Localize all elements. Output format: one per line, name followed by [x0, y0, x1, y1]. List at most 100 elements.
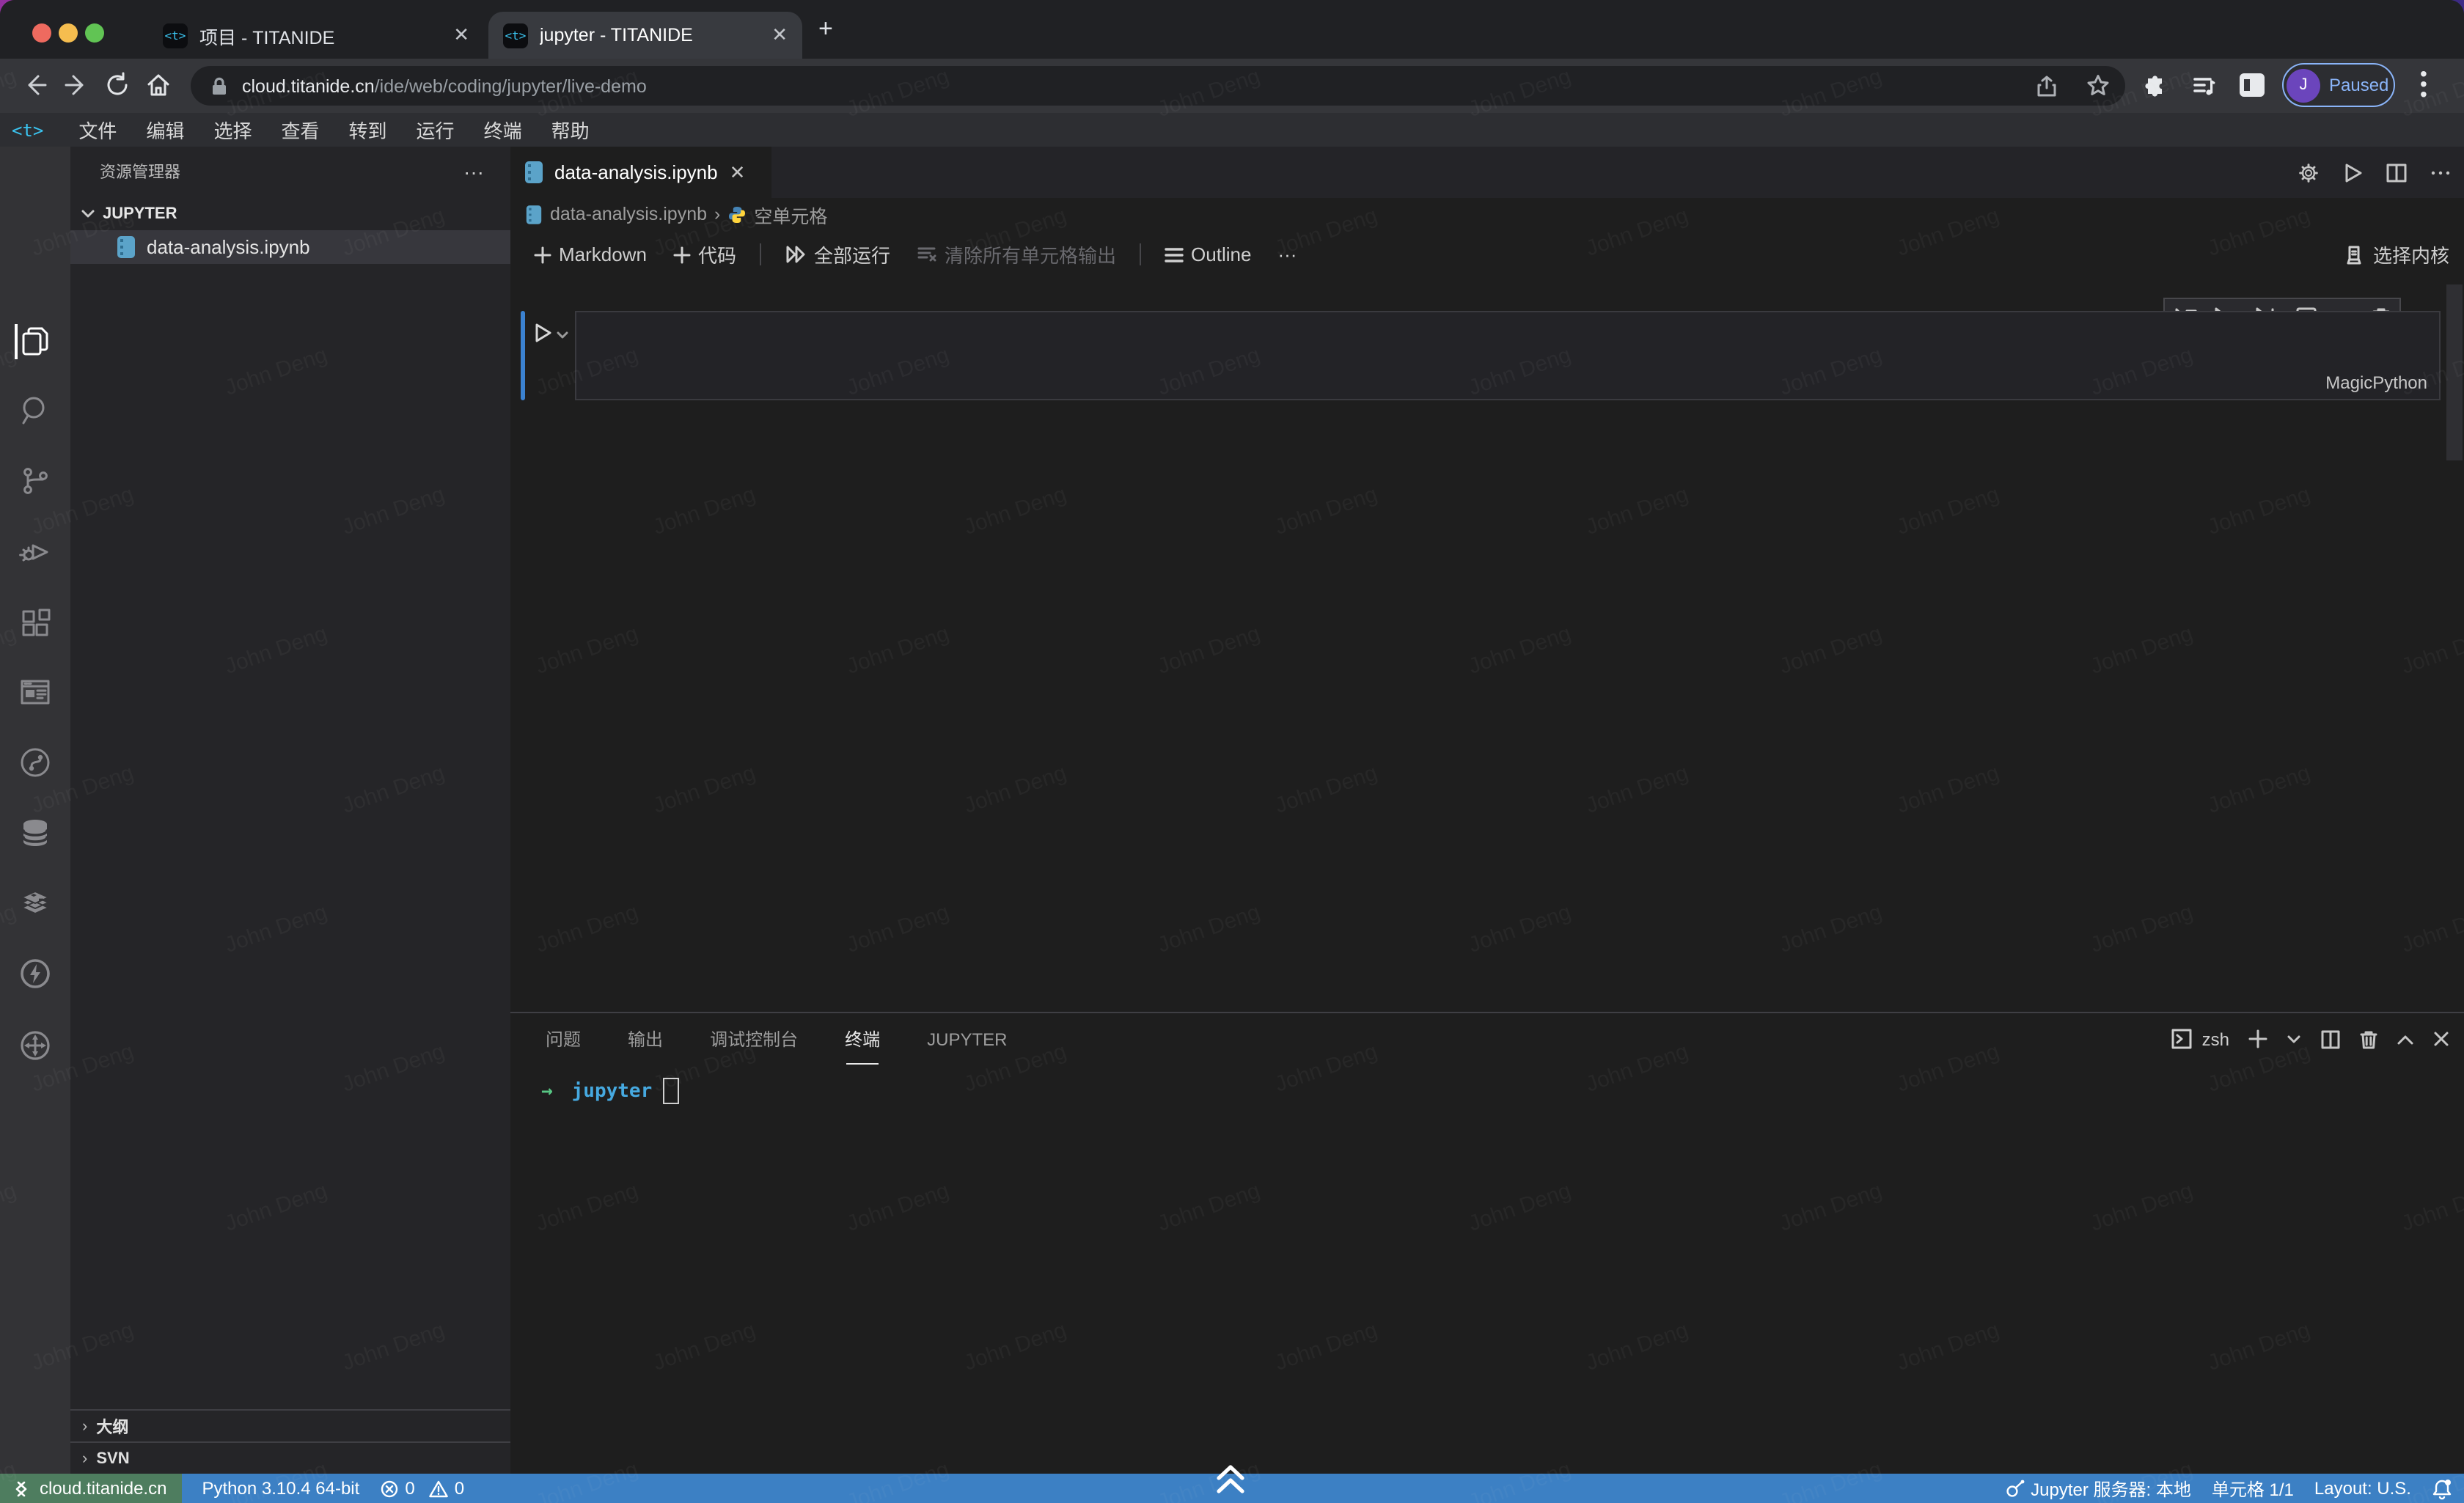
sidebar-explorer: 资源管理器 ··· JUPYTER data-analysis.ipynb › …: [70, 147, 510, 1474]
cell-editor[interactable]: MagicPython: [575, 311, 2441, 400]
close-window-button[interactable]: [32, 23, 51, 43]
sidebar-section-outline[interactable]: › 大纲: [70, 1409, 510, 1443]
panel-tab-output[interactable]: 输出: [628, 1026, 663, 1051]
thunder-client-icon[interactable]: [18, 956, 53, 991]
new-tab-button[interactable]: +: [818, 15, 833, 44]
run-cell-icon[interactable]: [532, 323, 552, 343]
sidebar-section-label: JUPYTER: [103, 205, 177, 222]
bell-icon: [2432, 1477, 2452, 1499]
chevron-right-icon: ›: [82, 1450, 87, 1468]
outline-button[interactable]: Outline: [1156, 243, 1260, 265]
kill-terminal-icon[interactable]: [2360, 1029, 2377, 1049]
split-editor-icon[interactable]: [2385, 161, 2408, 184]
terminal-dropdown-icon[interactable]: [2287, 1032, 2301, 1046]
chevron-down-icon: [79, 205, 97, 222]
browser-menu-icon[interactable]: •••: [2420, 69, 2427, 100]
python-icon: [727, 205, 747, 224]
run-cell-dropdown-icon[interactable]: [555, 328, 568, 342]
side-panel-icon[interactable]: [2240, 73, 2265, 97]
reload-icon[interactable]: [103, 70, 132, 100]
close-panel-icon[interactable]: [2433, 1031, 2449, 1047]
split-terminal-icon[interactable]: [2320, 1029, 2341, 1049]
menu-run[interactable]: 运行: [402, 116, 469, 144]
problems-indicator[interactable]: 0 0: [380, 1478, 464, 1499]
file-name: data-analysis.ipynb: [147, 236, 310, 258]
menu-go[interactable]: 转到: [334, 116, 402, 144]
toolbar-more-icon[interactable]: ···: [1269, 243, 1305, 265]
menu-edit[interactable]: 编辑: [131, 116, 199, 144]
sidebar-section-svn[interactable]: › SVN: [70, 1441, 510, 1475]
notifications-bell[interactable]: [2432, 1477, 2452, 1499]
browser-tab-jupyter[interactable]: <t> jupyter - TITANIDE ✕: [488, 12, 802, 59]
menu-selection[interactable]: 选择: [199, 116, 266, 144]
sidebar-section-jupyter[interactable]: JUPYTER: [70, 196, 510, 230]
back-icon[interactable]: [21, 70, 50, 100]
database-icon[interactable]: [18, 815, 53, 850]
lock-icon: [210, 76, 229, 96]
plus-icon: [534, 246, 551, 263]
search-icon[interactable]: [18, 393, 53, 428]
jupyter-server-status[interactable]: Jupyter 服务器: 本地: [2004, 1476, 2191, 1501]
sidebar-more-icon[interactable]: ···: [463, 160, 484, 183]
tab-close-icon[interactable]: ✕: [453, 23, 469, 47]
notebook-settings-gear-icon[interactable]: [2297, 161, 2320, 184]
menu-view[interactable]: 查看: [266, 116, 334, 144]
panel-tab-problems[interactable]: 问题: [546, 1026, 581, 1051]
jupyter-server-icon: [2004, 1479, 2025, 1498]
share-icon[interactable]: [2036, 75, 2058, 98]
minimize-window-button[interactable]: [59, 23, 78, 43]
expand-panel-chevrons-icon[interactable]: [1213, 1460, 1248, 1500]
errors-icon: [380, 1479, 399, 1498]
svn-icon[interactable]: [18, 745, 53, 780]
remote-indicator[interactable]: cloud.titanide.cn: [0, 1474, 181, 1503]
home-icon[interactable]: [144, 70, 173, 100]
tab-close-icon[interactable]: ✕: [730, 161, 746, 184]
bookmark-star-icon[interactable]: [2086, 73, 2111, 98]
run-debug-icon[interactable]: [18, 534, 53, 569]
browser-tab-project[interactable]: <t> 项目 - TITANIDE ✕: [148, 12, 484, 59]
new-terminal-icon[interactable]: [2248, 1029, 2267, 1048]
file-item-notebook[interactable]: data-analysis.ipynb: [70, 230, 510, 264]
layout-indicator[interactable]: Layout: U.S.: [2314, 1478, 2411, 1499]
run-all-button[interactable]: 全部运行: [776, 240, 899, 268]
source-control-icon[interactable]: [18, 463, 53, 499]
panel-tab-terminal[interactable]: 终端: [845, 1026, 880, 1051]
terminal-shell-selector[interactable]: zsh: [2171, 1028, 2229, 1050]
editor-tab-label: data-analysis.ipynb: [554, 161, 718, 183]
breadcrumb-cell[interactable]: 空单元格: [754, 200, 827, 228]
browser-window: <t> 项目 - TITANIDE ✕ <t> jupyter - TITANI…: [0, 0, 2464, 1503]
panel-tab-debug-console[interactable]: 调试控制台: [710, 1026, 798, 1051]
run-icon[interactable]: [2341, 161, 2364, 184]
menu-help[interactable]: 帮助: [537, 116, 604, 144]
add-code-button[interactable]: 代码: [664, 240, 745, 268]
breadcrumb-file[interactable]: data-analysis.ipynb: [550, 204, 707, 224]
menu-file[interactable]: 文件: [64, 116, 131, 144]
media-controls-icon[interactable]: [2191, 73, 2218, 100]
terminal-content[interactable]: → jupyter: [541, 1078, 678, 1104]
cell-indicator[interactable]: 单元格 1/1: [2212, 1476, 2294, 1501]
forward-icon[interactable]: [62, 70, 91, 100]
python-version[interactable]: Python 3.10.4 64-bit: [202, 1478, 359, 1499]
maximize-panel-icon[interactable]: [2397, 1032, 2414, 1046]
panel-tab-jupyter[interactable]: JUPYTER: [927, 1029, 1007, 1049]
zoom-window-button[interactable]: [85, 23, 104, 43]
tab-title: 项目 - TITANIDE: [199, 21, 441, 49]
editor-more-icon[interactable]: [2429, 161, 2452, 184]
tab-close-icon[interactable]: ✕: [771, 23, 788, 47]
add-markdown-button[interactable]: Markdown: [525, 243, 656, 265]
redis-icon[interactable]: [18, 886, 53, 921]
navigation-arrows-icon[interactable]: [18, 1028, 53, 1063]
select-kernel-button[interactable]: 选择内核: [2344, 240, 2449, 268]
url-bar[interactable]: cloud.titanide.cn/ide/web/coding/jupyter…: [191, 66, 2125, 106]
explorer-icon[interactable]: [15, 324, 53, 359]
notebook-scrollbar[interactable]: [2446, 284, 2463, 460]
profile-status: Paused: [2329, 75, 2388, 95]
cell-language-label[interactable]: MagicPython: [2325, 372, 2427, 393]
live-preview-icon[interactable]: [18, 675, 53, 710]
extensions-puzzle-icon[interactable]: [2143, 73, 2169, 100]
editor-tab-notebook[interactable]: data-analysis.ipynb ✕: [510, 147, 771, 198]
menu-terminal[interactable]: 终端: [469, 116, 537, 144]
extensions-icon[interactable]: [18, 606, 53, 641]
notebook-cell[interactable]: MagicPython: [521, 311, 2441, 400]
profile-chip[interactable]: J Paused: [2282, 63, 2395, 107]
